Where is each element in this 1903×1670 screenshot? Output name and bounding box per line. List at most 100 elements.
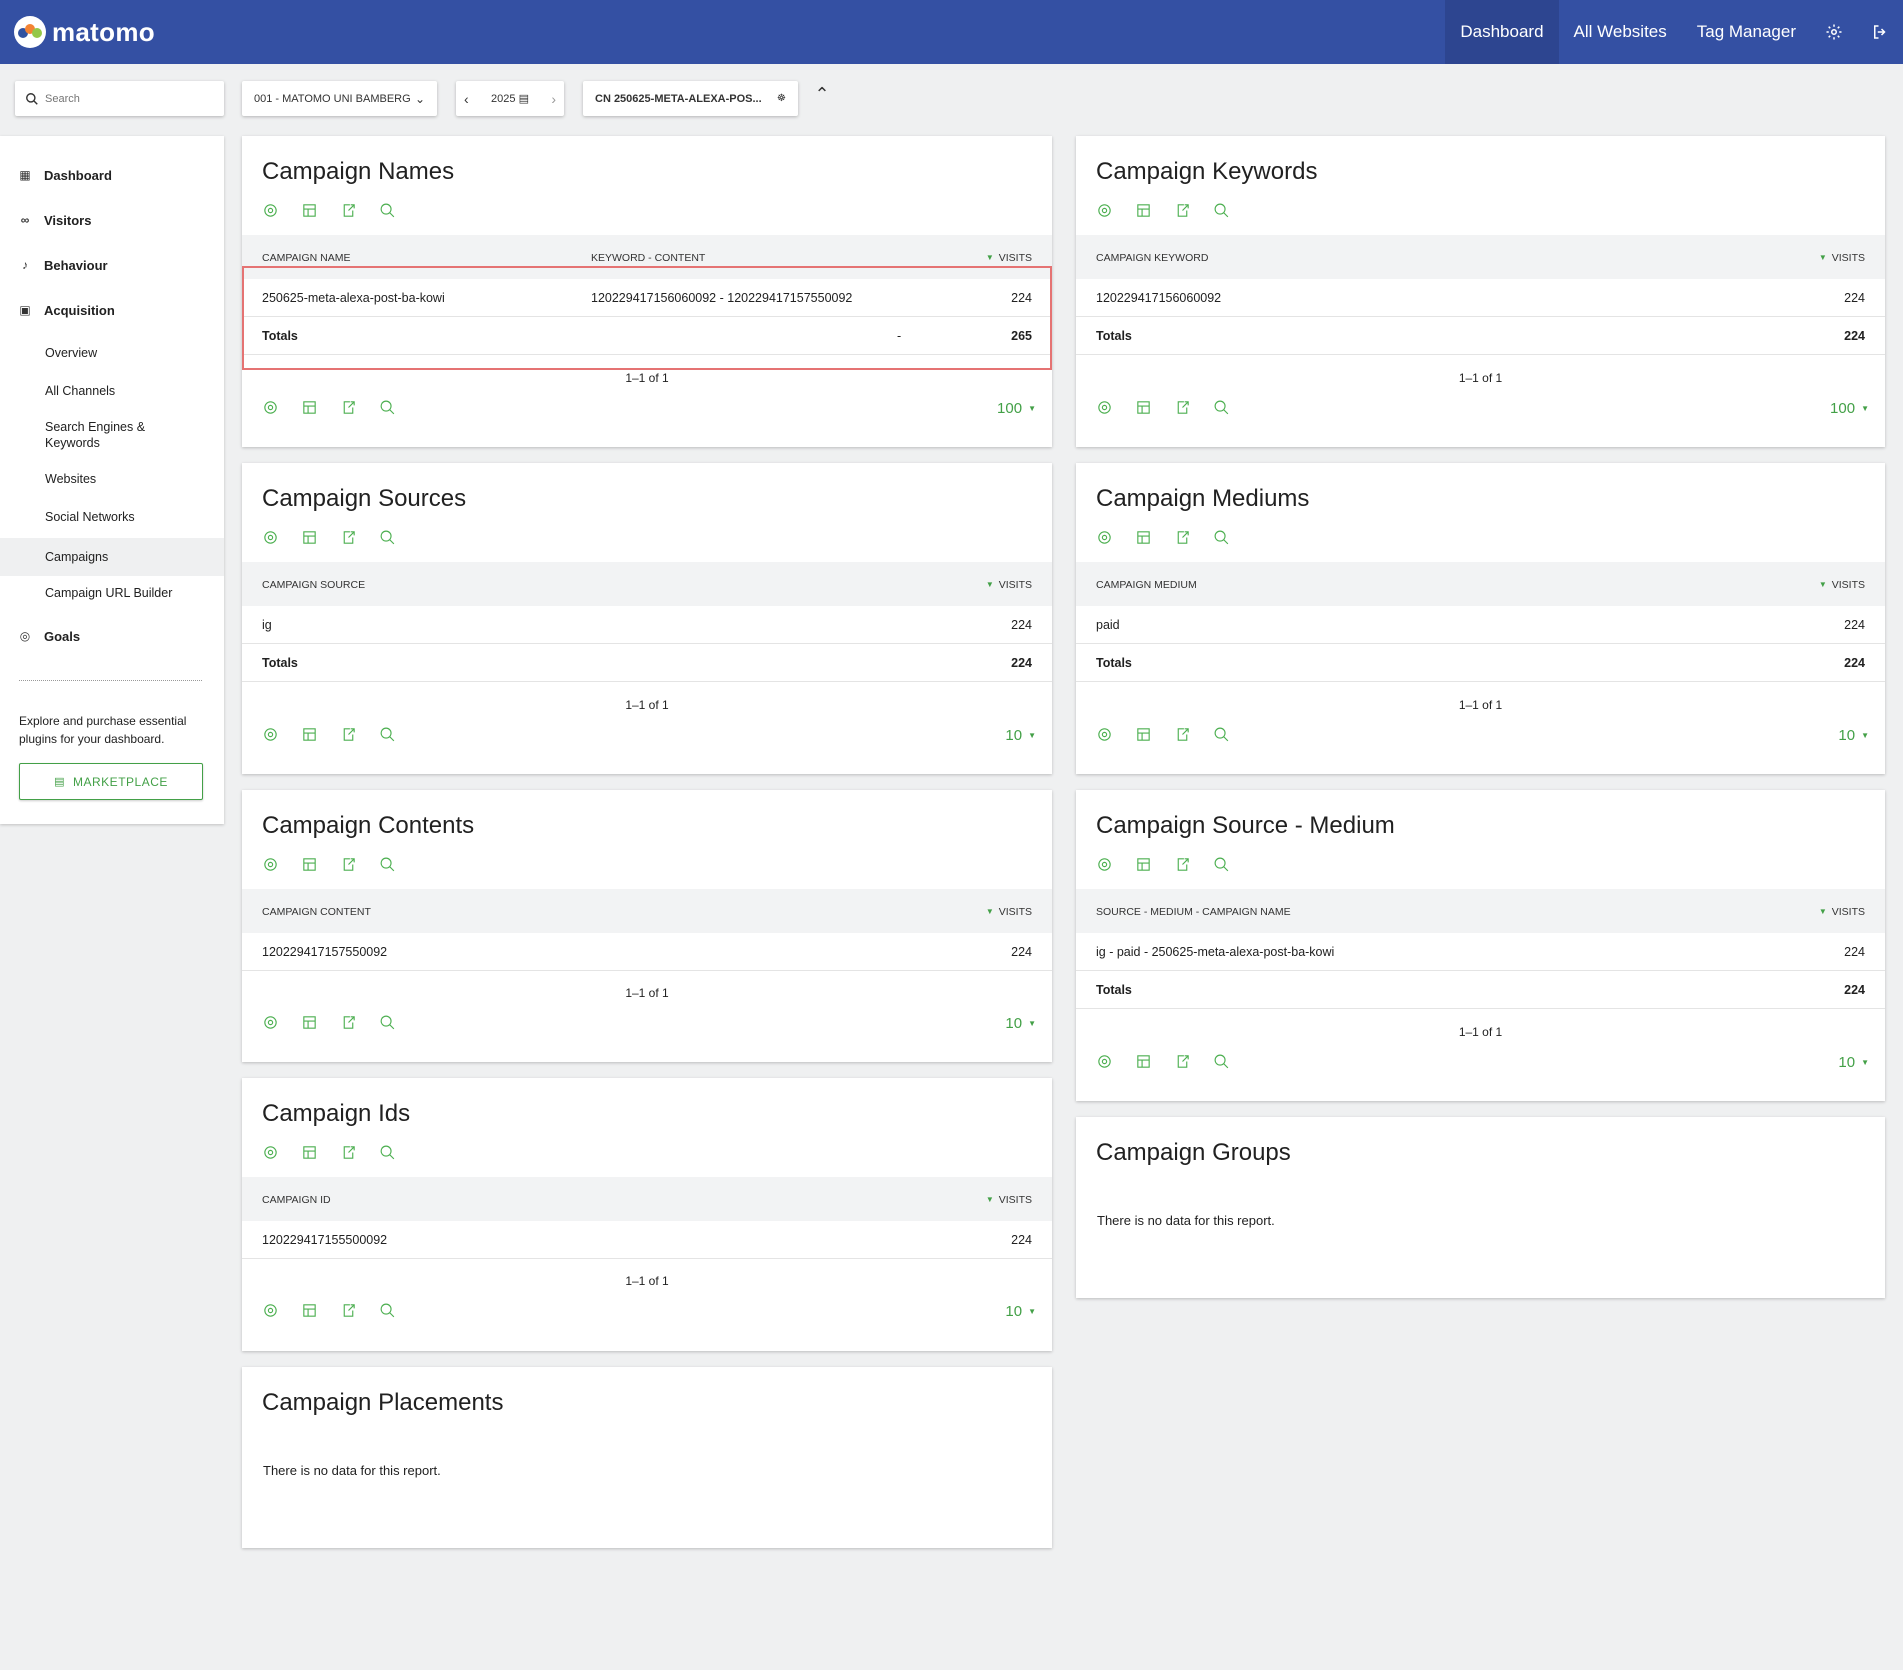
settings-gear-icon[interactable] xyxy=(1094,1051,1114,1071)
logout-icon[interactable] xyxy=(1857,0,1903,64)
table-visualization-icon[interactable] xyxy=(1133,854,1153,874)
export-icon[interactable] xyxy=(338,397,358,417)
marketplace-button[interactable]: ▤ MARKETPLACE xyxy=(19,763,203,800)
table-visualization-icon[interactable] xyxy=(299,527,319,547)
limit-selector[interactable]: 10 xyxy=(1005,1015,1036,1032)
next-period-icon[interactable]: › xyxy=(551,91,556,107)
limit-selector[interactable]: 10 xyxy=(1005,727,1036,744)
settings-gear-icon[interactable] xyxy=(260,200,280,220)
limit-selector[interactable]: 100 xyxy=(1830,400,1869,417)
settings-gear-icon[interactable] xyxy=(1094,397,1114,417)
sidebar-item-campaigns[interactable]: Campaigns xyxy=(0,538,224,576)
sidebar-item-all-channels[interactable]: All Channels xyxy=(0,377,224,405)
limit-selector[interactable]: 10 xyxy=(1838,727,1869,744)
search-icon[interactable] xyxy=(377,1142,397,1162)
export-icon[interactable] xyxy=(338,200,358,220)
table-visualization-icon[interactable] xyxy=(299,724,319,744)
settings-gear-icon[interactable] xyxy=(1094,527,1114,547)
sidebar-item-search-engines[interactable]: Search Engines & Keywords xyxy=(0,416,224,454)
table-visualization-icon[interactable] xyxy=(299,854,319,874)
search-icon[interactable] xyxy=(377,1300,397,1320)
topnav-tag-manager[interactable]: Tag Manager xyxy=(1682,0,1811,64)
settings-gear-icon[interactable] xyxy=(260,1142,280,1162)
sidebar-item-acquisition[interactable]: ▣ Acquisition xyxy=(0,295,224,325)
segment-selector[interactable]: CN 250625-META-ALEXA-POS... ☸ xyxy=(583,81,798,116)
column-visits[interactable]: VISITS xyxy=(986,579,1032,591)
column-campaign-source[interactable]: CAMPAIGN SOURCE xyxy=(262,579,365,591)
search-input[interactable] xyxy=(45,92,205,105)
sidebar-item-goals[interactable]: ◎ Goals xyxy=(0,621,224,651)
export-icon[interactable] xyxy=(338,854,358,874)
settings-gear-icon[interactable] xyxy=(260,397,280,417)
column-visits[interactable]: VISITS xyxy=(986,1194,1032,1206)
export-icon[interactable] xyxy=(338,527,358,547)
limit-selector[interactable]: 100 xyxy=(997,400,1036,417)
export-icon[interactable] xyxy=(1172,397,1192,417)
search-icon[interactable] xyxy=(1211,527,1231,547)
export-icon[interactable] xyxy=(1172,724,1192,744)
sidebar-item-behaviour[interactable]: ♪ Behaviour xyxy=(0,250,224,280)
table-row[interactable]: 120229417155500092 224 xyxy=(242,1221,1052,1259)
table-visualization-icon[interactable] xyxy=(1133,527,1153,547)
settings-gear-icon[interactable] xyxy=(260,1300,280,1320)
table-visualization-icon[interactable] xyxy=(299,1300,319,1320)
settings-gear-icon[interactable] xyxy=(1094,854,1114,874)
search-box[interactable] xyxy=(15,81,224,116)
matomo-logo[interactable]: matomo xyxy=(14,16,155,48)
previous-period-icon[interactable]: ‹ xyxy=(464,91,469,107)
table-row[interactable]: ig - paid - 250625-meta-alexa-post-ba-ko… xyxy=(1076,933,1885,971)
table-visualization-icon[interactable] xyxy=(299,397,319,417)
sidebar-item-campaign-url-builder[interactable]: Campaign URL Builder xyxy=(0,579,224,607)
column-keyword-content[interactable]: KEYWORD - CONTENT xyxy=(591,252,705,264)
gear-icon[interactable] xyxy=(1811,0,1857,64)
sidebar-item-websites[interactable]: Websites xyxy=(0,465,224,493)
export-icon[interactable] xyxy=(1172,527,1192,547)
topnav-all-websites[interactable]: All Websites xyxy=(1559,0,1682,64)
settings-gear-icon[interactable] xyxy=(1094,724,1114,744)
export-icon[interactable] xyxy=(1172,1051,1192,1071)
export-icon[interactable] xyxy=(338,1012,358,1032)
limit-selector[interactable]: 10 xyxy=(1838,1054,1869,1071)
sidebar-item-overview[interactable]: Overview xyxy=(0,339,224,367)
column-visits[interactable]: VISITS xyxy=(1819,906,1865,918)
sidebar-item-dashboard[interactable]: ▦ Dashboard xyxy=(0,160,224,190)
topnav-dashboard[interactable]: Dashboard xyxy=(1445,0,1559,64)
search-icon[interactable] xyxy=(1211,397,1231,417)
table-row[interactable]: paid 224 xyxy=(1076,606,1885,644)
collapse-header-icon[interactable]: ⌃ xyxy=(812,84,832,110)
table-visualization-icon[interactable] xyxy=(1133,724,1153,744)
column-visits[interactable]: VISITS xyxy=(1819,579,1865,591)
period-selector[interactable]: ‹ 2025 ▤ › xyxy=(456,81,564,116)
sidebar-item-social-networks[interactable]: Social Networks xyxy=(0,503,224,531)
table-row[interactable]: ig 224 xyxy=(242,606,1052,644)
export-icon[interactable] xyxy=(338,724,358,744)
column-campaign-content[interactable]: CAMPAIGN CONTENT xyxy=(262,906,371,918)
table-visualization-icon[interactable] xyxy=(299,1142,319,1162)
column-campaign-medium[interactable]: CAMPAIGN MEDIUM xyxy=(1096,579,1197,591)
limit-selector[interactable]: 10 xyxy=(1005,1303,1036,1320)
table-visualization-icon[interactable] xyxy=(1133,397,1153,417)
settings-gear-icon[interactable] xyxy=(260,527,280,547)
table-row[interactable]: 120229417157550092 224 xyxy=(242,933,1052,971)
search-icon[interactable] xyxy=(377,397,397,417)
search-icon[interactable] xyxy=(377,724,397,744)
site-selector[interactable]: 001 - MATOMO UNI BAMBERG ⌄ xyxy=(242,81,437,116)
table-row[interactable]: 250625-meta-alexa-post-ba-kowi 120229417… xyxy=(242,279,1052,317)
export-icon[interactable] xyxy=(1172,200,1192,220)
settings-gear-icon[interactable] xyxy=(1094,200,1114,220)
column-visits[interactable]: VISITS xyxy=(986,252,1032,264)
search-icon[interactable] xyxy=(377,1012,397,1032)
search-icon[interactable] xyxy=(1211,1051,1231,1071)
sidebar-item-visitors[interactable]: ∞ Visitors xyxy=(0,205,224,235)
table-visualization-icon[interactable] xyxy=(1133,1051,1153,1071)
column-visits[interactable]: VISITS xyxy=(1819,252,1865,264)
table-row[interactable]: 120229417156060092 224 xyxy=(1076,279,1885,317)
column-source-medium-name[interactable]: SOURCE - MEDIUM - CAMPAIGN NAME xyxy=(1096,906,1291,918)
settings-gear-icon[interactable] xyxy=(260,854,280,874)
settings-gear-icon[interactable] xyxy=(260,724,280,744)
export-icon[interactable] xyxy=(338,1142,358,1162)
export-icon[interactable] xyxy=(338,1300,358,1320)
search-icon[interactable] xyxy=(1211,724,1231,744)
column-visits[interactable]: VISITS xyxy=(986,906,1032,918)
search-icon[interactable] xyxy=(377,527,397,547)
